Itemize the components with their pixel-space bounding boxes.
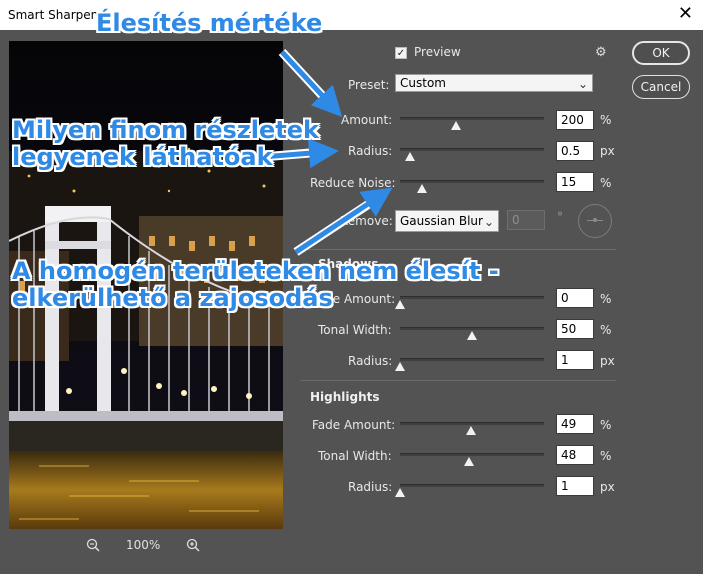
close-icon[interactable]: ✕ [678,3,693,24]
highlights-tonal-width-input[interactable]: 48 [556,445,594,465]
shadows-tonal-width-input[interactable]: 50 [556,319,594,339]
amount-unit: % [600,113,612,127]
preset-value: Custom [400,76,446,90]
shadows-fade-amount-thumb[interactable] [395,300,405,309]
remove-value: Gaussian Blur [400,214,483,228]
window-title: Smart Sharpen [8,8,99,22]
reduce-noise-slider-thumb[interactable] [416,184,427,193]
shadows-tonal-width-label: Tonal Width: [318,323,392,337]
amount-label: Amount: [341,113,393,127]
divider [300,380,616,381]
shadows-radius-slider[interactable] [400,358,544,361]
zoom-controls: 100% [84,537,202,553]
highlights-fade-amount-unit: % [600,418,612,432]
angle-dial[interactable] [578,204,612,238]
highlights-radius-input[interactable]: 1 [556,476,594,496]
highlights-fade-amount-label: Fade Amount: [312,418,396,432]
remove-select[interactable]: Gaussian Blur ⌄ [395,210,499,232]
shadows-radius-thumb[interactable] [395,362,405,371]
highlights-radius-thumb[interactable] [395,488,405,497]
amount-input[interactable]: 200 [556,110,594,130]
highlights-radius-label: Radius: [348,480,393,494]
annotation-radius-line1: Milyen finom részletek [12,116,320,144]
preview-label: Preview [414,45,461,59]
highlights-tonal-width-label: Tonal Width: [318,449,392,463]
amount-slider[interactable] [400,117,544,120]
preset-select[interactable]: Custom ⌄ [395,74,593,92]
reduce-noise-label: Reduce Noise: [310,176,396,190]
annotation-amount: Élesítés mértéke [96,9,323,37]
chevron-down-icon: ⌄ [483,215,494,229]
highlights-fade-amount-thumb[interactable] [465,426,476,435]
annotation-noise-line1: A homogén területeken nem élesít - [12,257,499,285]
highlights-fade-amount-input[interactable]: 49 [556,414,594,434]
divider [300,249,616,250]
radius-unit: px [600,144,615,158]
highlights-tonal-width-thumb[interactable] [464,457,475,466]
shadows-radius-label: Radius: [348,354,393,368]
highlights-radius-slider[interactable] [400,484,544,487]
highlights-radius-unit: px [600,480,615,494]
shadows-fade-amount-slider[interactable] [400,296,544,299]
zoom-level: 100% [126,538,161,552]
shadows-radius-input[interactable]: 1 [556,350,594,370]
radius-label: Radius: [348,144,393,158]
preset-label: Preset: [348,78,390,92]
shadows-tonal-width-slider[interactable] [400,327,544,330]
zoom-in-icon[interactable] [184,536,202,554]
highlights-tonal-width-slider[interactable] [400,453,544,456]
highlights-title[interactable]: Highlights [310,390,380,404]
gear-icon[interactable]: ⚙ [595,45,607,60]
shadows-tonal-width-unit: % [600,323,612,337]
radius-slider-thumb[interactable] [405,152,416,161]
remove-label: Remove: [340,214,393,228]
annotation-noise-line2: elkerülhető a zajosodás [12,284,333,312]
angle-unit: ° [557,210,563,224]
chevron-down-icon: ⌄ [577,77,588,91]
amount-slider-thumb[interactable] [451,121,462,130]
zoom-out-icon[interactable] [84,536,102,554]
reduce-noise-input[interactable]: 15 [556,172,594,192]
preview-checkbox[interactable]: ✓ [395,47,407,59]
shadows-fade-amount-unit: % [600,292,612,306]
shadows-tonal-width-thumb[interactable] [467,331,477,340]
shadows-fade-amount-input[interactable]: 0 [556,288,594,308]
radius-input[interactable]: 0.5 [556,141,594,161]
highlights-fade-amount-slider[interactable] [400,422,544,425]
angle-input[interactable]: 0 [507,210,545,230]
cancel-button[interactable]: Cancel [632,75,690,99]
highlights-tonal-width-unit: % [600,449,612,463]
radius-slider[interactable] [400,148,544,151]
shadows-radius-unit: px [600,354,615,368]
reduce-noise-unit: % [600,176,612,190]
ok-button[interactable]: OK [632,41,690,65]
annotation-radius-line2: legyenek láthatóak [12,143,273,171]
reduce-noise-slider[interactable] [400,180,544,183]
